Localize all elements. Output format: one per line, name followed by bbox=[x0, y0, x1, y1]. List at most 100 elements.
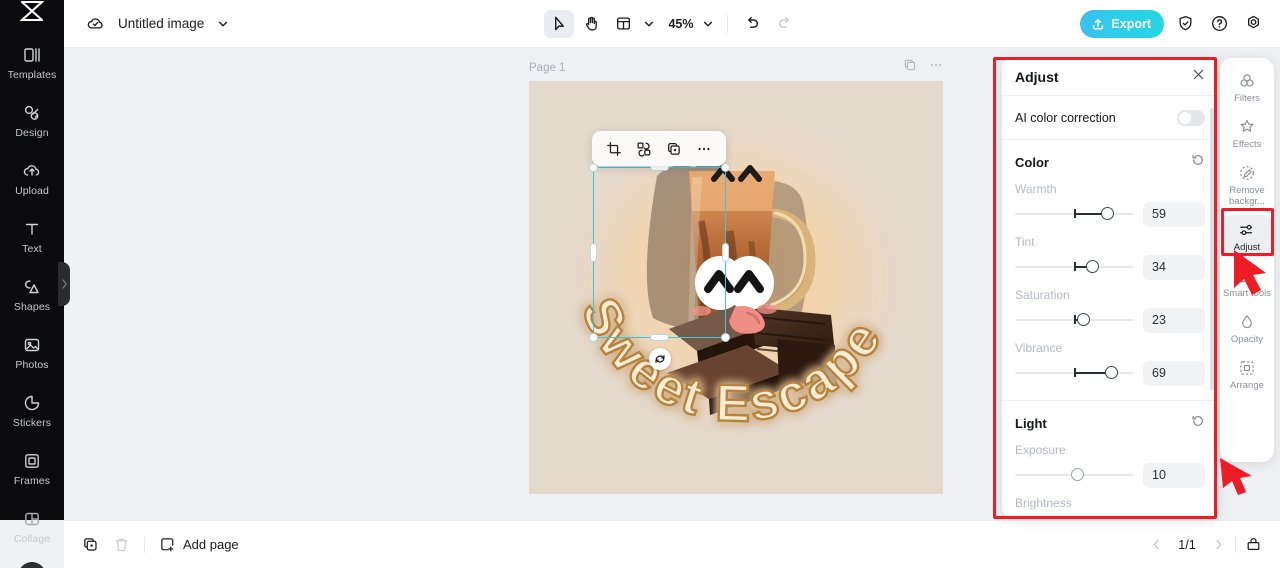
effects-icon bbox=[1237, 117, 1257, 137]
sidebar-item-photos[interactable]: Photos bbox=[0, 328, 64, 377]
sidebar-item-stickers[interactable]: Stickers bbox=[0, 386, 64, 435]
sidebar-item-frames[interactable]: Frames bbox=[0, 444, 64, 493]
resize-handle-left[interactable] bbox=[590, 243, 597, 262]
tint-slider[interactable] bbox=[1015, 257, 1133, 277]
shield-check-icon[interactable] bbox=[1172, 11, 1198, 37]
reset-light-button[interactable] bbox=[1191, 414, 1205, 433]
prev-page-button[interactable] bbox=[1145, 534, 1167, 556]
zoom-chevron[interactable] bbox=[699, 11, 717, 37]
rail-label: Opacity bbox=[1230, 334, 1264, 345]
crop-button[interactable] bbox=[600, 135, 628, 163]
slider-knob[interactable] bbox=[1076, 313, 1090, 326]
zoom-level[interactable]: 45% bbox=[660, 17, 696, 31]
sidebar-label: Shapes bbox=[13, 301, 51, 313]
resize-handle-br[interactable] bbox=[721, 333, 730, 342]
field-tint: Tint 34 bbox=[1002, 229, 1218, 282]
color-section-header: Color bbox=[1002, 140, 1218, 176]
resize-handle-bl[interactable] bbox=[589, 333, 598, 342]
add-page-label: Add page bbox=[183, 537, 239, 552]
add-page-icon bbox=[161, 538, 174, 552]
slider-knob[interactable] bbox=[1100, 207, 1114, 220]
rotate-handle[interactable] bbox=[648, 348, 671, 370]
layout-chevron[interactable] bbox=[640, 11, 658, 37]
topbar-left: Untitled image bbox=[64, 11, 232, 37]
sidebar-item-shapes[interactable]: Shapes bbox=[0, 270, 64, 319]
sidebar-more-button[interactable] bbox=[18, 562, 46, 568]
exposure-value[interactable]: 10 bbox=[1143, 462, 1205, 488]
vibrance-value[interactable]: 69 bbox=[1143, 360, 1205, 386]
redo-button[interactable] bbox=[770, 10, 800, 38]
duplicate-page-icon bbox=[84, 538, 97, 551]
sidebar-item-text[interactable]: Text bbox=[0, 212, 64, 261]
warmth-value[interactable]: 59 bbox=[1143, 201, 1205, 227]
rail-label: Effects bbox=[1232, 139, 1262, 150]
document-title-chevron[interactable] bbox=[214, 11, 232, 37]
panel-title: Adjust bbox=[1015, 68, 1059, 85]
app-logo[interactable] bbox=[0, 0, 64, 22]
field-control: 69 bbox=[1015, 358, 1205, 388]
sidebar-item-design[interactable]: Design bbox=[0, 96, 64, 145]
duplicate-button[interactable] bbox=[660, 135, 688, 163]
slider-knob[interactable] bbox=[1086, 260, 1100, 273]
sidebar-item-collage[interactable]: Collage bbox=[0, 502, 64, 551]
field-control: 34 bbox=[1015, 252, 1205, 282]
upload-cloud-icon bbox=[21, 160, 43, 182]
settings-gear-icon[interactable] bbox=[1240, 11, 1266, 37]
exposure-slider[interactable] bbox=[1015, 465, 1133, 485]
add-page-button[interactable]: Add page bbox=[159, 536, 239, 553]
sidebar-label: Stickers bbox=[12, 417, 52, 429]
rail-item-remove-background[interactable]: Remove backgr... bbox=[1222, 158, 1272, 211]
slider-knob[interactable] bbox=[1071, 468, 1085, 481]
present-button[interactable] bbox=[1242, 534, 1264, 556]
saturation-slider[interactable] bbox=[1015, 310, 1133, 330]
reset-color-button[interactable] bbox=[1191, 153, 1205, 172]
sidebar-collapse-handle[interactable] bbox=[58, 262, 70, 306]
ai-color-correction-toggle[interactable] bbox=[1177, 109, 1205, 126]
layout-tool-button[interactable] bbox=[608, 10, 638, 38]
panel-scrollbar[interactable] bbox=[1210, 108, 1214, 390]
select-tool-button[interactable] bbox=[544, 9, 575, 38]
rail-item-effects[interactable]: Effects bbox=[1222, 112, 1272, 154]
export-button[interactable]: Export bbox=[1080, 9, 1164, 38]
rail-item-filters[interactable]: Filters bbox=[1222, 66, 1272, 108]
resize-handle-tr[interactable] bbox=[721, 163, 730, 172]
next-page-button[interactable] bbox=[1207, 534, 1229, 556]
brightness-value[interactable]: -4 bbox=[1143, 515, 1205, 518]
crop-icon bbox=[607, 141, 621, 156]
field-brightness: Brightness -4 bbox=[1002, 490, 1218, 518]
help-question-icon[interactable] bbox=[1206, 11, 1232, 37]
delete-page-button[interactable] bbox=[113, 536, 130, 553]
sidebar-item-upload[interactable]: Upload bbox=[0, 154, 64, 203]
undo-button[interactable] bbox=[738, 10, 768, 38]
sidebar-label: Collage bbox=[13, 533, 51, 545]
field-control: 59 bbox=[1015, 199, 1205, 229]
resize-handle-right[interactable] bbox=[722, 243, 729, 262]
warmth-slider[interactable] bbox=[1015, 204, 1133, 224]
more-button[interactable] bbox=[690, 135, 718, 163]
rail-item-opacity[interactable]: Opacity bbox=[1222, 307, 1272, 349]
replace-image-icon bbox=[637, 142, 651, 156]
cloud-saved-icon[interactable] bbox=[82, 11, 108, 37]
slider-knob[interactable] bbox=[1105, 366, 1119, 379]
sidebar-item-templates[interactable]: Templates bbox=[0, 38, 64, 87]
rail-item-arrange[interactable]: Arrange bbox=[1222, 353, 1272, 395]
document-title[interactable]: Untitled image bbox=[118, 16, 204, 31]
trash-icon bbox=[115, 538, 128, 552]
duplicate-page-icon[interactable] bbox=[903, 58, 917, 77]
resize-handle-bottom[interactable] bbox=[650, 334, 669, 341]
replace-button[interactable] bbox=[630, 135, 658, 163]
present-icon bbox=[1247, 538, 1259, 551]
collage-icon bbox=[21, 508, 43, 530]
layout-panel-icon bbox=[616, 17, 631, 30]
page-more-icon[interactable] bbox=[929, 58, 943, 77]
element-selection-frame[interactable] bbox=[589, 163, 730, 370]
bottom-divider bbox=[144, 536, 145, 553]
hand-tool-button[interactable] bbox=[576, 10, 606, 38]
tint-value[interactable]: 34 bbox=[1143, 254, 1205, 280]
page-indicator: 1/1 bbox=[1178, 537, 1196, 552]
chevron-left-icon bbox=[1153, 539, 1159, 550]
saturation-value[interactable]: 23 bbox=[1143, 307, 1205, 333]
duplicate-page-button[interactable] bbox=[82, 536, 99, 553]
vibrance-slider[interactable] bbox=[1015, 363, 1133, 383]
close-panel-button[interactable] bbox=[1191, 67, 1206, 87]
